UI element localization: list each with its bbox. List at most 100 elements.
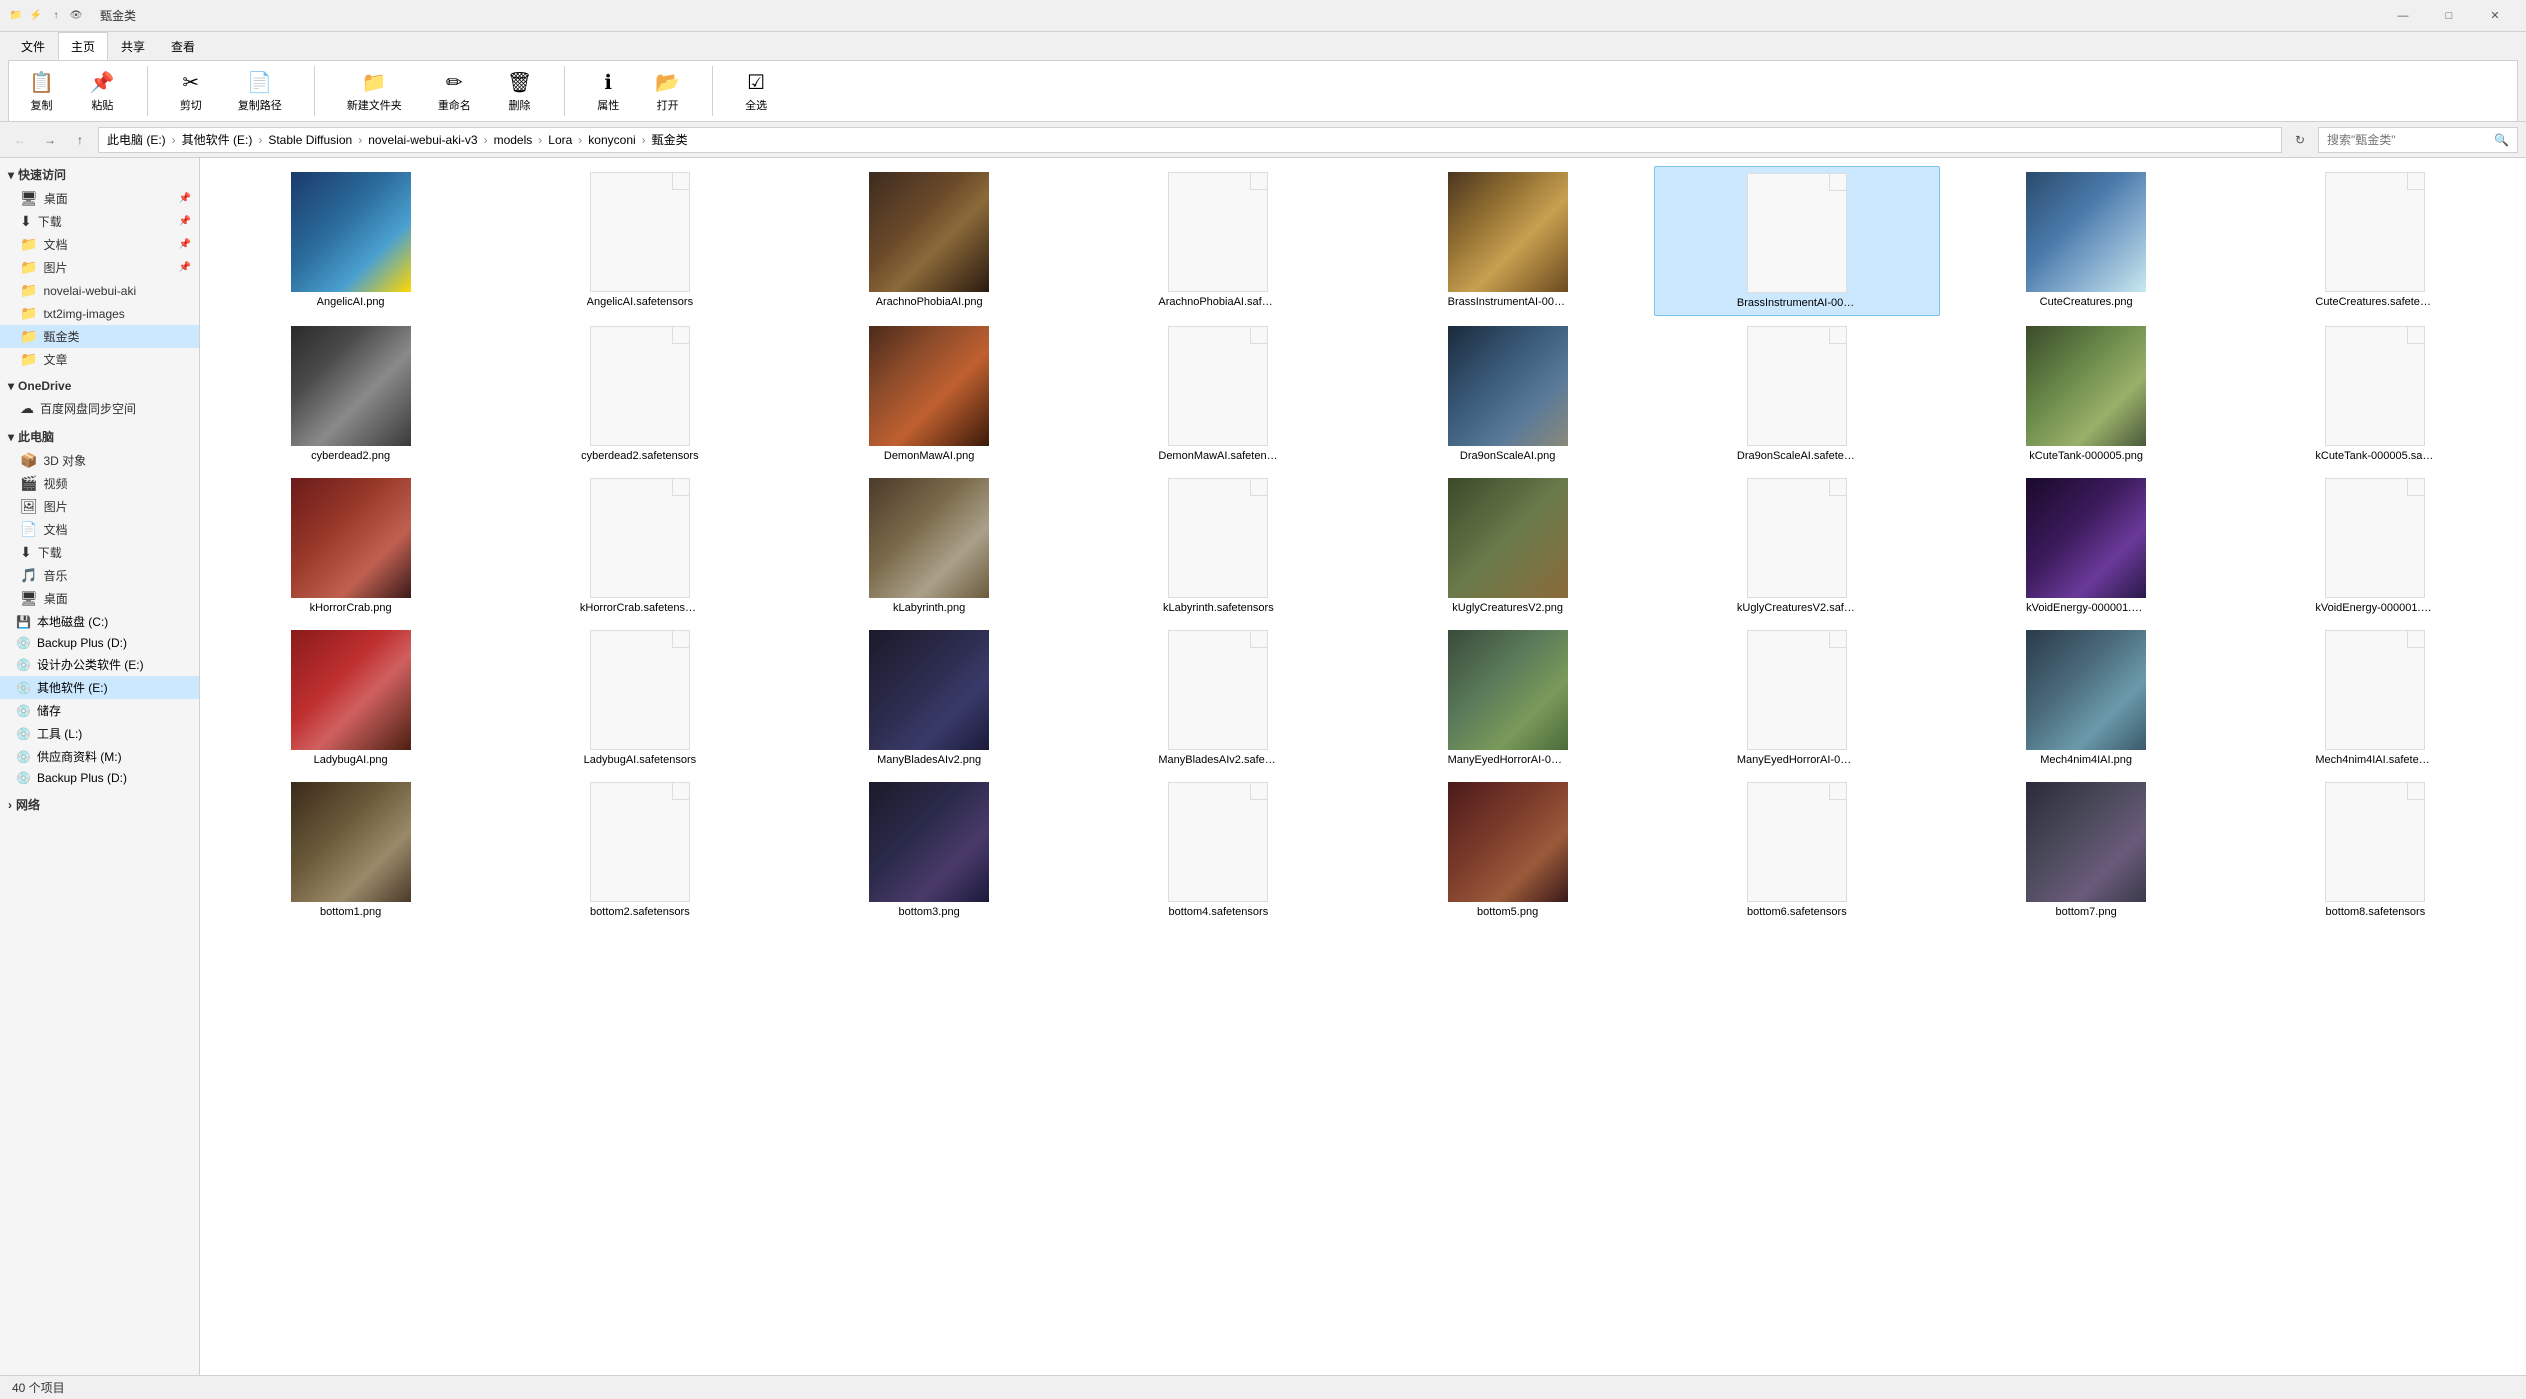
path-stable-diffusion[interactable]: Stable Diffusion xyxy=(268,133,352,147)
sidebar-item-3dobjects[interactable]: 📦 3D 对象 xyxy=(0,449,199,472)
list-item[interactable]: CuteCreatures.safetensors xyxy=(2233,166,2518,316)
tab-share[interactable]: 共享 xyxy=(108,32,158,60)
new-folder-button[interactable]: 📁 新建文件夹 xyxy=(339,66,410,117)
sidebar-item-zhenjin[interactable]: 📁 甄金类 xyxy=(0,325,199,348)
path-models[interactable]: models xyxy=(494,133,533,147)
list-item[interactable]: Dra9onScaleAI.png xyxy=(1365,320,1650,468)
list-item[interactable]: kHorrorCrab.safetensors xyxy=(497,472,782,620)
list-item[interactable]: DemonMawAI.safetensors xyxy=(1076,320,1361,468)
list-item[interactable]: kCuteTank-000005.png xyxy=(1944,320,2229,468)
sidebar-network-header[interactable]: › 网络 xyxy=(0,792,199,817)
list-item[interactable]: AngelicAI.png xyxy=(208,166,493,316)
minimize-button[interactable]: — xyxy=(2380,0,2426,32)
list-item[interactable]: Mech4nim4IAI.safetensors xyxy=(2233,624,2518,772)
paste-button[interactable]: 📌 粘贴 xyxy=(82,66,123,117)
open-button[interactable]: 📂 打开 xyxy=(647,66,688,117)
list-item[interactable]: LadybugAI.png xyxy=(208,624,493,772)
sidebar-item-drive-c[interactable]: 💾 本地磁盘 (C:) xyxy=(0,610,199,633)
sidebar-item-txt2img[interactable]: 📁 txt2img-images xyxy=(0,302,199,325)
sidebar-item-drive-l[interactable]: 💿 工具 (L:) xyxy=(0,722,199,745)
sidebar-item-novelai[interactable]: 📁 novelai-webui-aki xyxy=(0,279,199,302)
sidebar-item-videos[interactable]: 🎬 视频 xyxy=(0,472,199,495)
search-input[interactable] xyxy=(2327,133,2494,147)
list-item[interactable]: DemonMawAI.png xyxy=(787,320,1072,468)
path-lora[interactable]: Lora xyxy=(548,133,572,147)
maximize-button[interactable]: □ xyxy=(2426,0,2472,32)
list-item[interactable]: CuteCreatures.png xyxy=(1944,166,2229,316)
sidebar-item-pictures2[interactable]: 🖼 图片 xyxy=(0,495,199,518)
list-item[interactable]: BrassInstrumentAI-000014.safetensors xyxy=(1654,166,1939,316)
properties-button[interactable]: ℹ 属性 xyxy=(589,66,627,117)
list-item[interactable]: BrassInstrumentAI-000014.png xyxy=(1365,166,1650,316)
cut-button[interactable]: ✂ 剪切 xyxy=(172,66,210,117)
forward-button[interactable]: → xyxy=(38,128,62,152)
list-item[interactable]: kLabyrinth.safetensors xyxy=(1076,472,1361,620)
quick-access-icon[interactable]: ⚡ xyxy=(28,8,44,24)
list-item[interactable]: ManyBladesAIv2.png xyxy=(787,624,1072,772)
list-item[interactable]: kCuteTank-000005.safetensors xyxy=(2233,320,2518,468)
list-item[interactable]: kLabyrinth.png xyxy=(787,472,1072,620)
list-item[interactable]: bottom5.png xyxy=(1365,776,1650,924)
sidebar-item-drive-e2[interactable]: 💿 其他软件 (E:) xyxy=(0,676,199,699)
rename-button[interactable]: ✏ 重命名 xyxy=(430,66,479,117)
share-icon[interactable]: ↑ xyxy=(48,8,64,24)
list-item[interactable]: ManyEyedHorrorAI-000011.png xyxy=(1365,624,1650,772)
path-current[interactable]: 甄金类 xyxy=(652,131,688,148)
path-konyconi[interactable]: konyconi xyxy=(588,133,635,147)
path-other[interactable]: 其他软件 (E:) xyxy=(182,131,253,148)
list-item[interactable]: kVoidEnergy-000001.png xyxy=(1944,472,2229,620)
sidebar-item-documents[interactable]: 📁 文档 📌 xyxy=(0,233,199,256)
list-item[interactable]: bottom1.png xyxy=(208,776,493,924)
sidebar-item-desktop2[interactable]: 🖥 桌面 xyxy=(0,587,199,610)
view-icon[interactable]: 👁 xyxy=(68,8,84,24)
list-item[interactable]: bottom2.safetensors xyxy=(497,776,782,924)
list-item[interactable]: kVoidEnergy-000001.safetensors xyxy=(2233,472,2518,620)
list-item[interactable]: ArachnoPhobiaAI.png xyxy=(787,166,1072,316)
close-button[interactable]: ✕ xyxy=(2472,0,2518,32)
list-item[interactable]: cyberdead2.png xyxy=(208,320,493,468)
sidebar-item-pictures[interactable]: 📁 图片 📌 xyxy=(0,256,199,279)
sidebar-item-drive-j[interactable]: 💿 储存 xyxy=(0,699,199,722)
list-item[interactable]: kHorrorCrab.png xyxy=(208,472,493,620)
back-button[interactable]: ← xyxy=(8,128,32,152)
tab-file[interactable]: 文件 xyxy=(8,32,58,60)
refresh-button[interactable]: ↻ xyxy=(2288,128,2312,152)
list-item[interactable]: bottom8.safetensors xyxy=(2233,776,2518,924)
copy-path-button[interactable]: 📄 复制路径 xyxy=(230,66,290,117)
list-item[interactable]: bottom3.png xyxy=(787,776,1072,924)
list-item[interactable]: kUglyCreaturesV2.png xyxy=(1365,472,1650,620)
list-item[interactable]: AngelicAI.safetensors xyxy=(497,166,782,316)
copy-button[interactable]: 📋 复制 xyxy=(21,66,62,117)
sidebar-item-articles[interactable]: 📁 文章 xyxy=(0,348,199,371)
sidebar-item-drive-e1[interactable]: 💿 设计办公类软件 (E:) xyxy=(0,653,199,676)
sidebar-item-downloads[interactable]: ⬇ 下载 📌 xyxy=(0,210,199,233)
list-item[interactable]: cyberdead2.safetensors xyxy=(497,320,782,468)
up-button[interactable]: ↑ xyxy=(68,128,92,152)
list-item[interactable]: Mech4nim4IAI.png xyxy=(1944,624,2229,772)
list-item[interactable]: LadybugAI.safetensors xyxy=(497,624,782,772)
delete-button[interactable]: 🗑 删除 xyxy=(499,66,540,117)
address-path[interactable]: 此电脑 (E:) › 其他软件 (E:) › Stable Diffusion … xyxy=(98,127,2282,153)
sidebar-item-music[interactable]: 🎵 音乐 xyxy=(0,564,199,587)
sidebar-quickaccess-header[interactable]: ▾ 快速访问 xyxy=(0,162,199,187)
select-all-button[interactable]: ☑ 全选 xyxy=(737,66,775,117)
sidebar-item-drive-d2[interactable]: 💿 Backup Plus (D:) xyxy=(0,768,199,788)
sidebar-item-documents2[interactable]: 📄 文档 xyxy=(0,518,199,541)
tab-home[interactable]: 主页 xyxy=(58,32,108,60)
path-novelai[interactable]: novelai-webui-aki-v3 xyxy=(368,133,477,147)
list-item[interactable]: bottom6.safetensors xyxy=(1654,776,1939,924)
list-item[interactable]: bottom7.png xyxy=(1944,776,2229,924)
list-item[interactable]: kUglyCreaturesV2.safetensors xyxy=(1654,472,1939,620)
sidebar-item-desktop[interactable]: 🖥 桌面 📌 xyxy=(0,187,199,210)
sidebar-onedrive-header[interactable]: ▾ OneDrive xyxy=(0,375,199,397)
search-box[interactable]: 🔍 xyxy=(2318,127,2518,153)
list-item[interactable]: Dra9onScaleAI.safetensors xyxy=(1654,320,1939,468)
list-item[interactable]: ArachnoPhobiaAI.safetensors xyxy=(1076,166,1361,316)
path-computer[interactable]: 此电脑 (E:) xyxy=(107,131,166,148)
list-item[interactable]: ManyEyedHorrorAI-000011.safetensors xyxy=(1654,624,1939,772)
sidebar-item-drive-d[interactable]: 💿 Backup Plus (D:) xyxy=(0,633,199,653)
sidebar-item-drive-m[interactable]: 💿 供应商资料 (M:) xyxy=(0,745,199,768)
tab-view[interactable]: 查看 xyxy=(158,32,208,60)
sidebar-item-baidu[interactable]: ☁ 百度网盘同步空间 xyxy=(0,397,199,420)
list-item[interactable]: ManyBladesAIv2.safetensors xyxy=(1076,624,1361,772)
